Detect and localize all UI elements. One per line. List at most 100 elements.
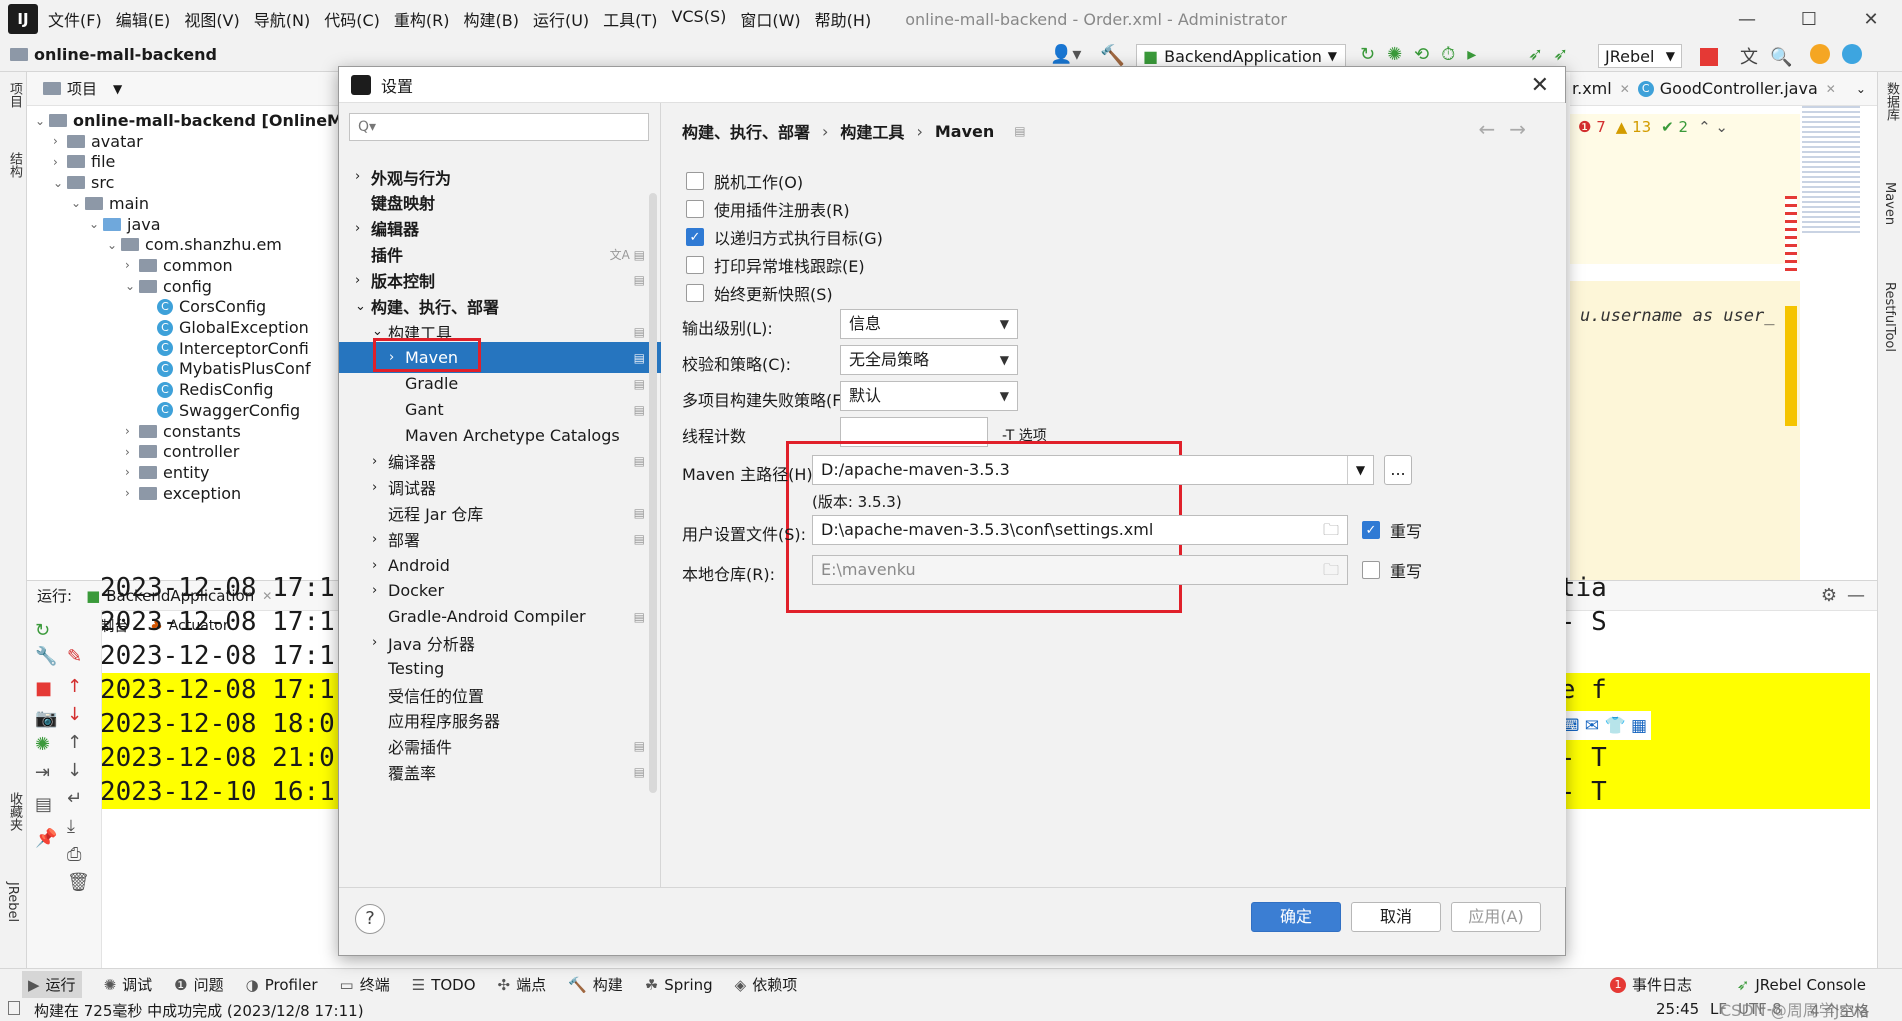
build-hammer-icon[interactable]: 🔨 [1100, 43, 1125, 67]
chevron-icon[interactable]: › [355, 221, 369, 236]
tool-window-tab[interactable]: ▶ 运行 [22, 971, 82, 998]
chevron-icon[interactable]: ⌄ [53, 176, 67, 190]
apply-button[interactable]: 应用(A) [1451, 902, 1541, 932]
user-icon[interactable]: 👤▾ [1050, 44, 1081, 65]
login-icon[interactable]: ⇥ [35, 762, 50, 783]
favorites-tool-tab[interactable]: 收藏夹 [5, 792, 24, 831]
project-breadcrumb[interactable]: online-mall-backend [10, 45, 217, 64]
tool-window-tab[interactable]: ▭ 终端 [340, 971, 390, 998]
minimize-icon[interactable]: — [1716, 0, 1778, 38]
structure-tool-tab[interactable]: 结构 [5, 152, 24, 178]
jrebel-run-icons[interactable]: ➶➶ [1528, 44, 1578, 65]
menu-item[interactable]: 运行(U) [533, 7, 589, 31]
menu-item[interactable]: 构建(B) [464, 7, 519, 31]
maximize-icon[interactable]: ☐ [1778, 0, 1840, 38]
restful-tool-tab[interactable]: RestfulTool [1882, 282, 1897, 352]
arrow-up-icon[interactable]: ↑ [67, 732, 82, 753]
status-icon[interactable] [8, 1001, 20, 1015]
tool-window-tab[interactable]: ❶ 问题 [174, 971, 223, 998]
option-checkbox[interactable]: 打印异常堆栈跟踪(E) [686, 253, 865, 277]
chevron-icon[interactable]: › [372, 635, 386, 650]
chevron-down-icon[interactable]: ▼ [113, 82, 122, 96]
output-level-select[interactable]: 信息 ▼ [840, 309, 1018, 339]
option-checkbox[interactable]: 始终更新快照(S) [686, 281, 833, 305]
tool-window-tab[interactable]: ◈ 依赖项 [735, 971, 798, 998]
local-repo-input[interactable]: E:\mavenku 🗀 [812, 555, 1348, 585]
pin-icon[interactable]: 📌 [35, 828, 57, 849]
tree-item[interactable]: › exception [125, 481, 241, 506]
tool-window-tab[interactable]: ✣ 端点 [498, 971, 547, 998]
chevron-icon[interactable]: ⌄ [89, 217, 103, 231]
settings-tree-item[interactable]: 覆盖率 ▤ [339, 757, 661, 788]
arrow-down-icon[interactable]: ↓ [67, 760, 82, 781]
checksum-policy-select[interactable]: 无全局策略 ▼ [840, 345, 1018, 375]
jrebel-console-button[interactable]: ➶ JRebel Console [1737, 976, 1866, 994]
chevron-icon[interactable]: › [125, 486, 139, 500]
chevron-icon[interactable]: ⌄ [372, 324, 386, 339]
chevron-icon[interactable]: › [372, 583, 386, 598]
layout-icon[interactable]: ▤ [35, 794, 52, 815]
option-checkbox[interactable]: ✓ 以递归方式执行目标(G) [686, 225, 883, 249]
chevron-down-icon[interactable]: ⌄ [1856, 82, 1866, 96]
project-panel-title[interactable]: 项目 [67, 78, 97, 99]
arrow-down-icon[interactable]: ↓ [67, 704, 82, 725]
event-log-button[interactable]: 1 事件日志 [1609, 974, 1692, 995]
stop-icon[interactable]: ■ [35, 678, 52, 699]
help-button[interactable]: ? [355, 904, 385, 934]
user-settings-override[interactable]: ✓ 重写 [1362, 518, 1422, 542]
folder-icon[interactable]: 🗀 [1323, 516, 1339, 544]
trash-icon[interactable]: 🗑 [67, 872, 90, 893]
menu-item[interactable]: 编辑(E) [116, 7, 171, 31]
chevron-icon[interactable]: ⌄ [125, 279, 139, 293]
chevron-icon[interactable]: › [372, 480, 386, 495]
menu-item[interactable]: 工具(T) [603, 7, 657, 31]
wrench-icon[interactable]: 🔧 [35, 646, 57, 667]
close-icon[interactable]: ✕ [1531, 73, 1549, 98]
editor-tab[interactable]: GoodController.java [1660, 79, 1818, 98]
chevron-icon[interactable]: › [372, 454, 386, 469]
arrow-up-icon[interactable]: ↑ [67, 676, 82, 697]
chevron-icon[interactable]: › [372, 532, 386, 547]
chevron-icon[interactable]: › [372, 558, 386, 573]
chevron-icon[interactable]: ⌄ [355, 299, 369, 314]
close-window-icon[interactable]: ✕ [1840, 0, 1902, 38]
multiproject-fail-select[interactable]: 默认 ▼ [840, 381, 1018, 411]
tool-window-tab[interactable]: 🔨 构建 [568, 971, 623, 998]
menu-item[interactable]: 重构(R) [394, 7, 450, 31]
tool-window-tab[interactable]: ◑ Profiler [246, 971, 318, 998]
option-checkbox[interactable]: 脱机工作(O) [686, 169, 803, 193]
cancel-button[interactable]: 取消 [1351, 902, 1441, 932]
rerun-icon[interactable]: ↻ [35, 620, 50, 641]
menu-item[interactable]: 代码(C) [324, 7, 380, 31]
database-tool-tab[interactable]: 数据库 [1882, 82, 1901, 121]
folder-icon[interactable]: 🗀 [1323, 556, 1339, 584]
chevron-down-icon[interactable]: ▼ [1347, 456, 1373, 484]
user-settings-input[interactable]: D:\apache-maven-3.5.3\conf\settings.xml … [812, 515, 1348, 545]
settings-search-input[interactable]: Q▾ [349, 113, 649, 141]
chevron-icon[interactable]: ⌄ [35, 114, 49, 128]
tool-window-tab[interactable]: ☰ TODO [412, 971, 476, 998]
scroll-to-end-icon[interactable]: ⤓ [67, 816, 75, 837]
chevron-icon[interactable]: › [125, 465, 139, 479]
chevron-icon[interactable]: ⌄ [107, 238, 121, 252]
menu-item[interactable]: 窗口(W) [740, 7, 800, 31]
camera-icon[interactable]: 📷 [35, 708, 57, 729]
inspection-widget[interactable]: ❶ 7 ▲ 13 ✔ 2 ⌃ ⌄ [1578, 118, 1728, 136]
menu-item[interactable]: 视图(V) [184, 7, 239, 31]
project-tool-tab[interactable]: 项目 [5, 82, 24, 108]
jrebel-select[interactable]: JRebel ▼ [1598, 44, 1682, 68]
close-icon[interactable]: ✕ [1620, 82, 1630, 96]
menu-item[interactable]: 帮助(H) [815, 7, 872, 31]
chevron-icon[interactable]: › [355, 273, 369, 288]
toolbox-icon[interactable] [1842, 44, 1862, 64]
caret-position[interactable]: 25:45 [1656, 1000, 1699, 1018]
ok-button[interactable]: 确定 [1251, 902, 1341, 932]
run-config-select[interactable]: ■ BackendApplication ▼ [1136, 44, 1346, 68]
update-icon[interactable] [1810, 44, 1830, 64]
chevron-icon[interactable]: › [53, 134, 67, 148]
menu-item[interactable]: 导航(N) [254, 7, 310, 31]
soft-wrap-icon[interactable]: ↵ [67, 788, 82, 809]
browse-button[interactable]: ... [1384, 455, 1412, 485]
nav-arrows[interactable]: ←→ [1478, 117, 1540, 141]
chevron-icon[interactable]: › [125, 445, 139, 459]
